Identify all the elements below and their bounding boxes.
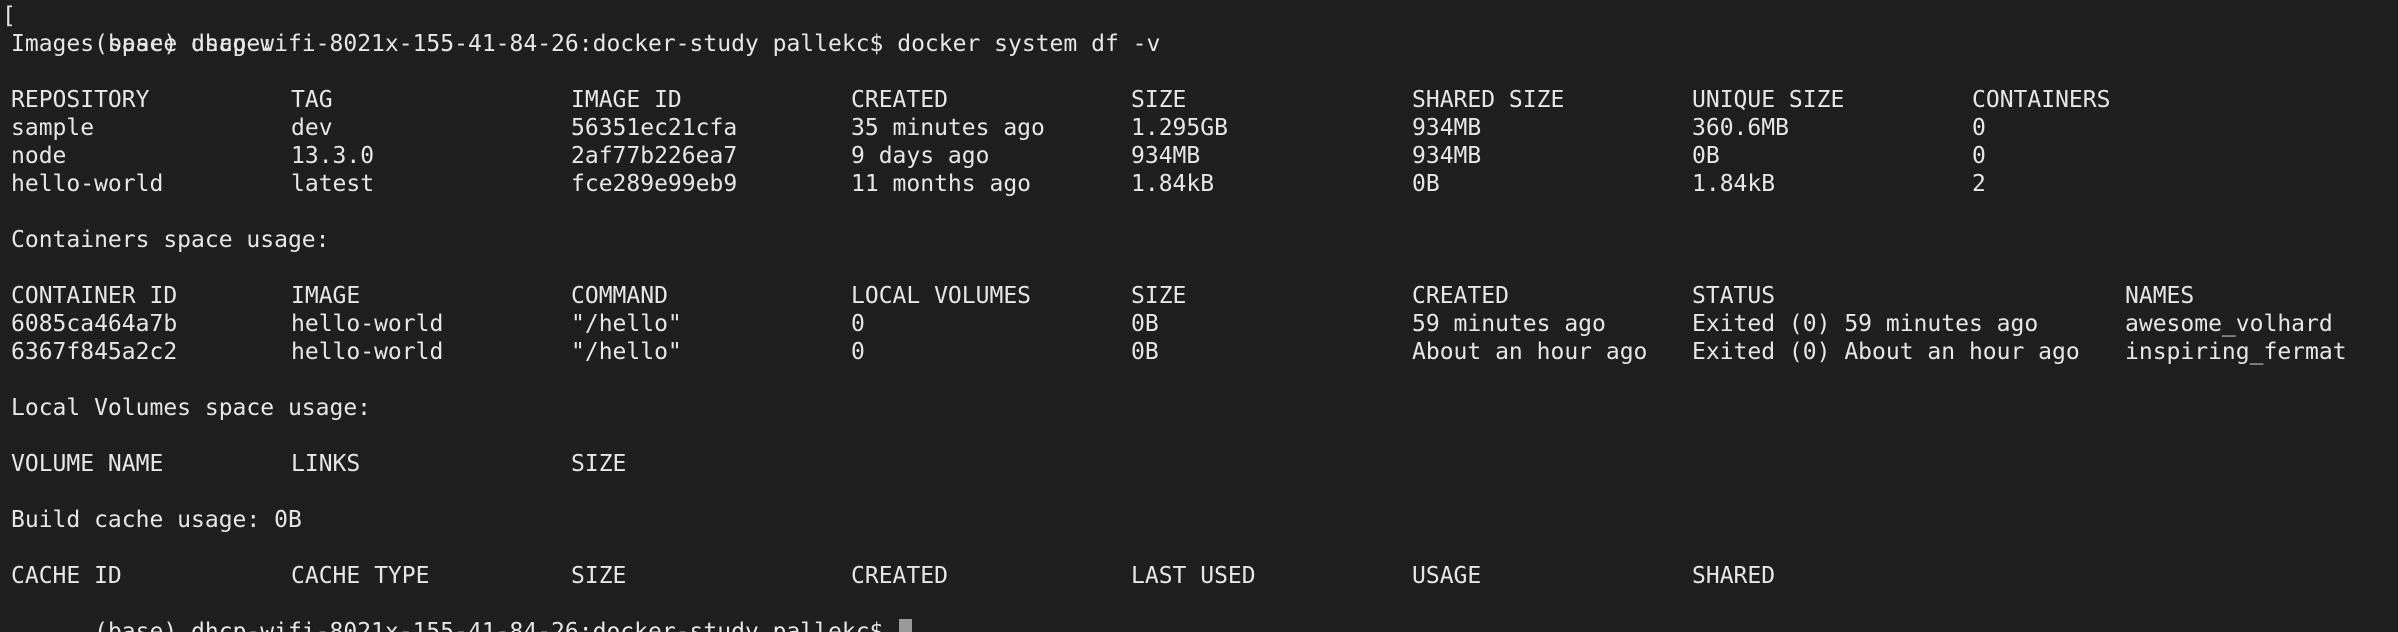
- containers-col-status: STATUS: [1692, 283, 1776, 309]
- cache-col-cache-id: CACHE ID: [11, 563, 122, 589]
- cache-col-shared: SHARED: [1692, 563, 1776, 589]
- selection-bracket: [: [2, 3, 16, 29]
- cell: hello-world: [11, 171, 164, 197]
- containers-header-row: CONTAINER ID IMAGE COMMAND LOCAL VOLUMES…: [11, 282, 2391, 310]
- cell: 59 minutes ago: [1412, 311, 1606, 337]
- terminal-output: [ (base) dhcp-wifi-8021x-155-41-84-26:doc…: [2, 2, 2391, 632]
- containers-col-container-id: CONTAINER ID: [11, 283, 178, 309]
- terminal-window[interactable]: [ (base) dhcp-wifi-8021x-155-41-84-26:doc…: [0, 0, 2398, 632]
- text-cursor: [899, 618, 913, 632]
- cell: 56351ec21cfa: [571, 115, 738, 141]
- images-header-row: REPOSITORY TAG IMAGE ID CREATED SIZE SHA…: [11, 86, 2391, 114]
- cache-col-created: CREATED: [851, 563, 948, 589]
- cell: node: [11, 143, 67, 169]
- cell: 6085ca464a7b: [11, 311, 178, 337]
- images-col-shared-size: SHARED SIZE: [1412, 87, 1565, 113]
- containers-heading: Containers space usage:: [11, 227, 330, 253]
- cell: 0: [851, 311, 865, 337]
- cell: inspiring_fermat: [2125, 339, 2347, 365]
- cell: 0B: [1131, 311, 1159, 337]
- images-col-tag: TAG: [291, 87, 333, 113]
- images-col-unique-size: UNIQUE SIZE: [1692, 87, 1845, 113]
- images-row: hello-world latest fce289e99eb9 11 month…: [11, 170, 2391, 198]
- cell: 13.3.0: [291, 143, 375, 169]
- containers-col-image: IMAGE: [291, 283, 361, 309]
- cell: 0B: [1692, 143, 1720, 169]
- images-col-size: SIZE: [1131, 87, 1187, 113]
- images-row: sample dev 56351ec21cfa 35 minutes ago 1…: [11, 114, 2391, 142]
- cell: 1.84kB: [1131, 171, 1215, 197]
- cell: 934MB: [1412, 143, 1482, 169]
- images-col-containers: CONTAINERS: [1972, 87, 2111, 113]
- volumes-col-links: LINKS: [291, 451, 361, 477]
- images-row: node 13.3.0 2af77b226ea7 9 days ago 934M…: [11, 142, 2391, 170]
- cache-col-cache-type: CACHE TYPE: [291, 563, 430, 589]
- cell: 934MB: [1131, 143, 1201, 169]
- images-heading: Images space usage:: [11, 31, 275, 57]
- cell: latest: [291, 171, 375, 197]
- cell: 9 days ago: [851, 143, 990, 169]
- cell: "/hello": [571, 339, 682, 365]
- volumes-col-size: SIZE: [571, 451, 627, 477]
- cell: 2: [1972, 171, 1986, 197]
- containers-col-created: CREATED: [1412, 283, 1509, 309]
- cell: 1.295GB: [1131, 115, 1228, 141]
- containers-row: 6367f845a2c2 hello-world "/hello" 0 0B A…: [11, 338, 2391, 366]
- cell: awesome_volhard: [2125, 311, 2333, 337]
- cell: Exited (0) 59 minutes ago: [1692, 311, 2039, 337]
- cell: "/hello": [571, 311, 682, 337]
- prompt-line[interactable]: (base) dhcp-wifi-8021x-155-41-84-26:dock…: [11, 590, 2391, 632]
- cell: hello-world: [291, 311, 444, 337]
- shell-prompt: (base) dhcp-wifi-8021x-155-41-84-26:dock…: [94, 619, 898, 632]
- images-col-created: CREATED: [851, 87, 948, 113]
- cell: 1.84kB: [1692, 171, 1776, 197]
- cell: 0B: [1131, 339, 1159, 365]
- cell: 0: [1972, 143, 1986, 169]
- cache-col-last-used: LAST USED: [1131, 563, 1256, 589]
- cell: fce289e99eb9: [571, 171, 738, 197]
- cell: Exited (0) About an hour ago: [1692, 339, 2080, 365]
- cell: 934MB: [1412, 115, 1482, 141]
- command-line: [(base) dhcp-wifi-8021x-155-41-84-26:doc…: [2, 2, 2391, 57]
- cell: 6367f845a2c2: [11, 339, 178, 365]
- volumes-col-volume-name: VOLUME NAME: [11, 451, 164, 477]
- containers-row: 6085ca464a7b hello-world "/hello" 0 0B 5…: [11, 310, 2391, 338]
- cache-col-size: SIZE: [571, 563, 627, 589]
- cell: About an hour ago: [1412, 339, 1648, 365]
- containers-col-size: SIZE: [1131, 283, 1187, 309]
- cell: 0B: [1412, 171, 1440, 197]
- build-cache-heading: Build cache usage: 0B: [11, 507, 302, 533]
- cell: sample: [11, 115, 95, 141]
- images-col-repository: REPOSITORY: [11, 87, 150, 113]
- cell: dev: [291, 115, 333, 141]
- cell: 360.6MB: [1692, 115, 1789, 141]
- cell: hello-world: [291, 339, 444, 365]
- volumes-heading: Local Volumes space usage:: [11, 395, 372, 421]
- build-cache-header-row: CACHE ID CACHE TYPE SIZE CREATED LAST US…: [11, 562, 2391, 590]
- cell: 11 months ago: [851, 171, 1032, 197]
- cell: 0: [851, 339, 865, 365]
- cell: 2af77b226ea7: [571, 143, 738, 169]
- containers-col-command: COMMAND: [571, 283, 668, 309]
- images-col-image-id: IMAGE ID: [571, 87, 682, 113]
- containers-col-names: NAMES: [2125, 283, 2195, 309]
- cell: 0: [1972, 115, 1986, 141]
- volumes-header-row: VOLUME NAME LINKS SIZE: [11, 450, 2391, 478]
- cache-col-usage: USAGE: [1412, 563, 1482, 589]
- cell: 35 minutes ago: [851, 115, 1045, 141]
- containers-col-local-volumes: LOCAL VOLUMES: [851, 283, 1032, 309]
